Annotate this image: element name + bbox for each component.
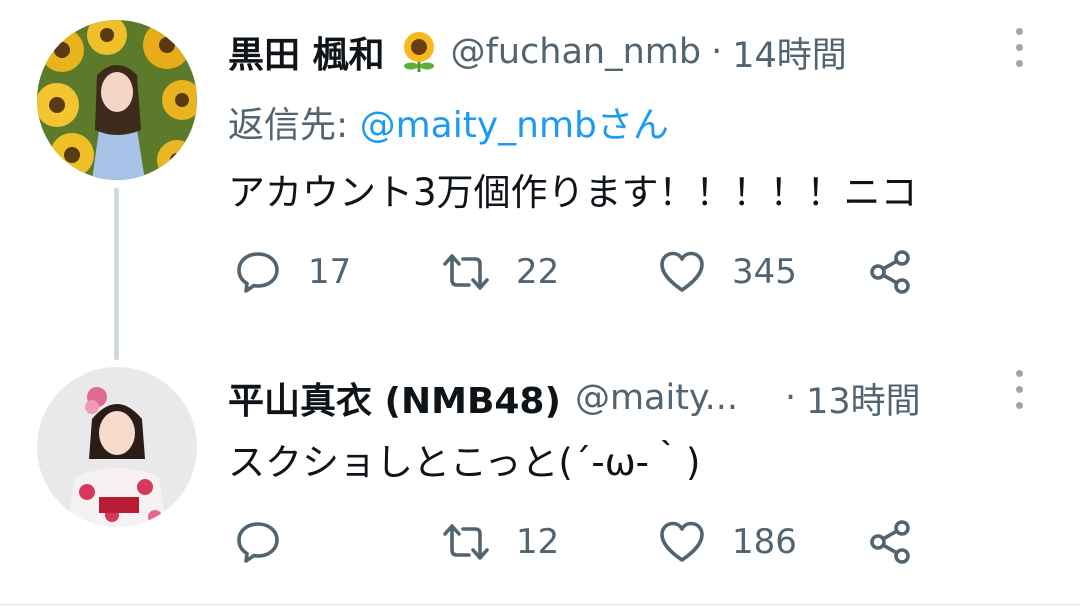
tweet-text: アカウント3万個作ります！！！！！ニコ [228,171,918,214]
sunflower-emoji-icon [403,32,434,72]
reply-icon [237,252,279,293]
like-count: 345 [732,252,797,292]
more-options-icon[interactable] [1014,28,1024,72]
avatar-yukata-image [37,367,197,527]
reply-icon [237,522,279,563]
timestamp[interactable]: 14時間 [732,27,847,78]
retweet-icon [443,524,489,560]
timestamp[interactable]: 13時間 [806,373,921,424]
reply-count: 17 [308,252,352,292]
share-icon [870,520,910,564]
like-icon [660,251,704,292]
user-handle[interactable]: @fuchan_nmb [451,32,702,72]
like-button[interactable]: 345 [658,242,797,302]
more-options-icon[interactable] [1014,370,1024,414]
like-icon [660,521,704,562]
display-name[interactable]: 黒田 楓和 [228,26,385,78]
user-handle[interactable]: @maity... [575,378,775,418]
reply-button[interactable] [234,512,308,572]
share-button[interactable] [866,512,914,572]
share-button[interactable] [866,242,914,302]
tweet-header: 平山真衣 (NMB48) @maity... · 13時間 [228,368,921,428]
tweet-header: 黒田 楓和 @fuchan_nmb · 14時間 [228,22,847,82]
avatar-kuroda[interactable] [37,20,197,180]
bottom-divider [0,604,1080,605]
avatar-sunflowers-image [37,20,197,180]
avatar-hirayama[interactable] [37,367,197,527]
separator-dot: · [784,378,797,418]
display-name[interactable]: 平山真衣 (NMB48) [228,372,561,424]
reply-button[interactable]: 17 [234,242,351,302]
reply-to-line: 返信先: @maity_nmbさん [228,96,669,148]
retweet-count: 12 [516,522,560,562]
tweet-text: スクショしとこっと(´-ω-｀) [228,441,701,484]
thread-connector-line [114,188,119,360]
reply-to-handle-link[interactable]: @maity_nmbさん [360,105,669,146]
separator-dot: · [711,32,723,72]
like-button[interactable]: 186 [658,512,797,572]
retweet-count: 22 [516,252,560,292]
retweet-button[interactable]: 22 [442,242,559,302]
retweet-icon [443,254,489,290]
retweet-button[interactable]: 12 [442,512,559,572]
share-icon [870,250,910,294]
reply-to-label: 返信先: [228,105,360,146]
like-count: 186 [732,522,797,562]
